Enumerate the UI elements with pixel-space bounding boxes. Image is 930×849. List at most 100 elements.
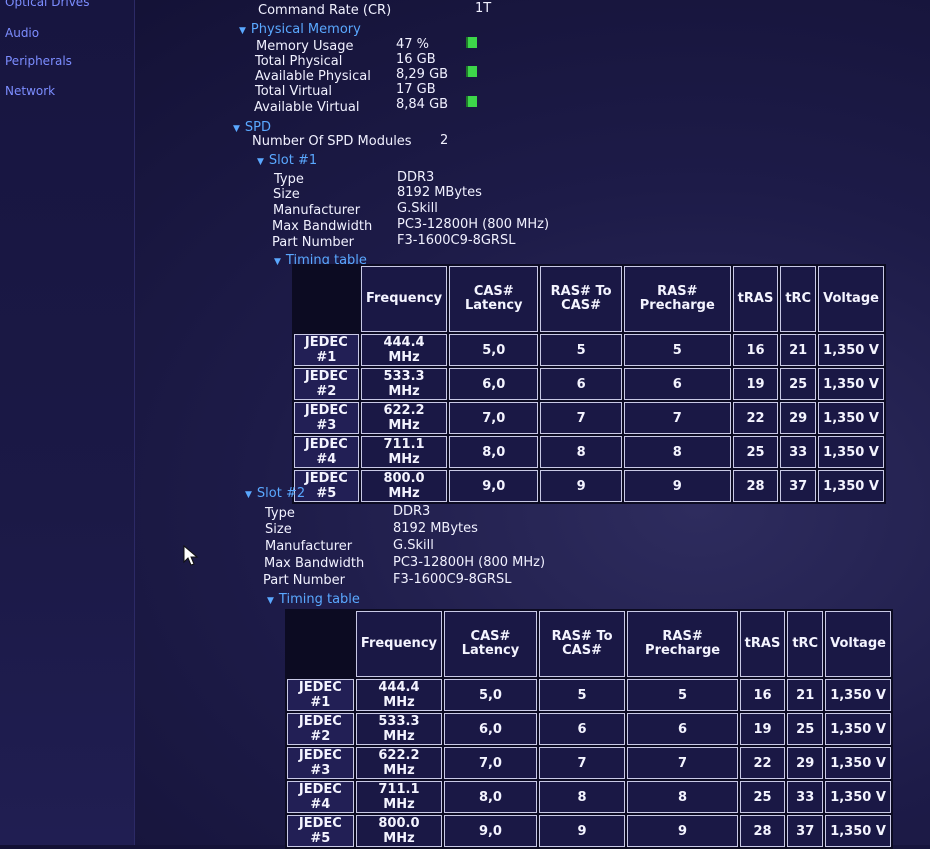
cell-cas-latency: 6,0	[449, 368, 539, 400]
triangle-down-icon: ▼	[257, 157, 264, 167]
cell-frequency: 711.1 MHz	[360, 436, 448, 468]
header-trc: tRC	[780, 266, 817, 332]
row-header: JEDEC #4	[287, 781, 354, 813]
table-row: JEDEC #4 711.1 MHz 8,0 8 8 25 33 1,350 V	[287, 781, 891, 813]
total-virtual-value: 17 GB	[396, 82, 436, 97]
table-corner	[287, 611, 354, 677]
cell-voltage: 1,350 V	[818, 402, 884, 434]
cell-tras: 25	[739, 781, 786, 813]
cell-cas-latency: 9,0	[449, 470, 539, 502]
cell-voltage: 1,350 V	[825, 713, 891, 745]
slot-1-section[interactable]: ▼ Slot #1	[257, 153, 317, 168]
sidebar-item-optical-drives[interactable]: Optical Drives	[5, 0, 89, 9]
memory-usage-label: Memory Usage	[256, 39, 354, 54]
usage-bar-icon	[466, 66, 477, 77]
row-header: JEDEC #1	[287, 679, 354, 711]
cell-cas-latency: 6,0	[444, 713, 537, 745]
cell-ras-to-cas: 8	[540, 436, 622, 468]
spd-section[interactable]: ▼ SPD	[233, 120, 271, 135]
mouse-pointer-icon	[183, 544, 199, 571]
slot-2-manufacturer-label: Manufacturer	[265, 539, 353, 554]
cell-voltage: 1,350 V	[818, 334, 884, 366]
slot-2-size-value: 8192 MBytes	[393, 521, 478, 536]
cell-frequency: 622.2 MHz	[355, 747, 443, 779]
available-physical-value: 8,29 GB	[396, 67, 449, 82]
slot-1-timing-table: Frequency CAS# Latency RAS# To CAS# RAS#…	[292, 264, 886, 504]
cell-ras-to-cas: 5	[538, 679, 626, 711]
physical-memory-section[interactable]: ▼ Physical Memory	[239, 22, 361, 37]
cell-cas-latency: 5,0	[444, 679, 537, 711]
slot-1-size-label: Size	[273, 187, 300, 202]
slot-2-timing-section[interactable]: ▼ Timing table	[267, 592, 360, 607]
cell-frequency: 444.4 MHz	[355, 679, 443, 711]
available-virtual-label: Available Virtual	[254, 100, 360, 115]
cell-ras-to-cas: 7	[540, 402, 622, 434]
cell-tras: 16	[732, 334, 779, 366]
sidebar-item-peripherals[interactable]: Peripherals	[5, 54, 72, 68]
details-panel: Command Rate (CR) 1T ▼ Physical Memory Me…	[135, 0, 930, 849]
cell-ras-to-cas: 7	[538, 747, 626, 779]
cell-frequency: 533.3 MHz	[360, 368, 448, 400]
triangle-down-icon: ▼	[233, 124, 240, 134]
available-physical-label: Available Physical	[255, 69, 371, 84]
cell-voltage: 1,350 V	[825, 815, 891, 847]
cell-trc: 21	[780, 334, 817, 366]
slot-2-timing-table: Frequency CAS# Latency RAS# To CAS# RAS#…	[285, 609, 893, 849]
available-virtual-value: 8,84 GB	[396, 97, 449, 112]
row-header: JEDEC #5	[287, 815, 354, 847]
cell-ras-precharge: 6	[623, 368, 731, 400]
cell-tras: 28	[732, 470, 779, 502]
header-tras: tRAS	[739, 611, 786, 677]
spd-title: SPD	[244, 120, 272, 135]
cell-tras: 19	[739, 713, 786, 745]
cell-ras-to-cas: 9	[540, 470, 622, 502]
cell-frequency: 533.3 MHz	[355, 713, 443, 745]
cell-ras-precharge: 6	[627, 713, 738, 745]
spd-modules-value: 2	[440, 133, 449, 148]
slot-1-bandwidth-value: PC3-12800H (800 MHz)	[397, 217, 550, 232]
cell-ras-precharge: 5	[623, 334, 731, 366]
sidebar-item-network[interactable]: Network	[5, 84, 55, 98]
cell-trc: 37	[780, 470, 817, 502]
cell-voltage: 1,350 V	[825, 747, 891, 779]
cell-ras-precharge: 8	[623, 436, 731, 468]
cell-trc: 33	[787, 781, 824, 813]
slot-1-size-value: 8192 MBytes	[397, 185, 482, 200]
cell-trc: 29	[787, 747, 824, 779]
row-header: JEDEC #2	[294, 368, 359, 400]
cell-ras-precharge: 5	[627, 679, 738, 711]
cell-cas-latency: 9,0	[444, 815, 537, 847]
table-row: JEDEC #3 622.2 MHz 7,0 7 7 22 29 1,350 V	[294, 402, 884, 434]
header-cas-latency: CAS# Latency	[449, 266, 539, 332]
slot-2-part-number-value: F3-1600C9-8GRSL	[393, 572, 512, 587]
spd-modules-label: Number Of SPD Modules	[252, 134, 412, 149]
total-virtual-label: Total Virtual	[255, 84, 332, 99]
cell-frequency: 622.2 MHz	[360, 402, 448, 434]
cell-ras-to-cas: 5	[540, 334, 622, 366]
row-header: JEDEC #3	[294, 402, 359, 434]
slot-2-timing-title: Timing table	[278, 592, 360, 607]
row-header: JEDEC #2	[287, 713, 354, 745]
cell-voltage: 1,350 V	[818, 470, 884, 502]
cell-ras-precharge: 7	[623, 402, 731, 434]
header-tras: tRAS	[732, 266, 779, 332]
command-rate-label: Command Rate (CR)	[258, 3, 392, 18]
cell-trc: 37	[787, 815, 824, 847]
usage-bar-icon	[466, 96, 477, 107]
slot-2-manufacturer-value: G.Skill	[393, 538, 434, 553]
table-row: JEDEC #3 622.2 MHz 7,0 7 7 22 29 1,350 V	[287, 747, 891, 779]
triangle-down-icon: ▼	[239, 26, 246, 36]
slot-1-type-value: DDR3	[397, 170, 435, 185]
slot-2-section[interactable]: ▼ Slot #2	[245, 486, 305, 501]
slot-2-size-label: Size	[265, 522, 292, 537]
slot-1-bandwidth-label: Max Bandwidth	[272, 219, 373, 234]
header-frequency: Frequency	[360, 266, 448, 332]
table-corner	[294, 266, 359, 332]
memory-usage-value: 47 %	[396, 37, 430, 52]
physical-memory-title: Physical Memory	[250, 22, 361, 37]
total-physical-label: Total Physical	[255, 54, 343, 69]
table-header-row: Frequency CAS# Latency RAS# To CAS# RAS#…	[287, 611, 891, 677]
cell-tras: 22	[739, 747, 786, 779]
sidebar-item-audio[interactable]: Audio	[5, 26, 39, 40]
slot-1-part-number-label: Part Number	[272, 235, 355, 250]
